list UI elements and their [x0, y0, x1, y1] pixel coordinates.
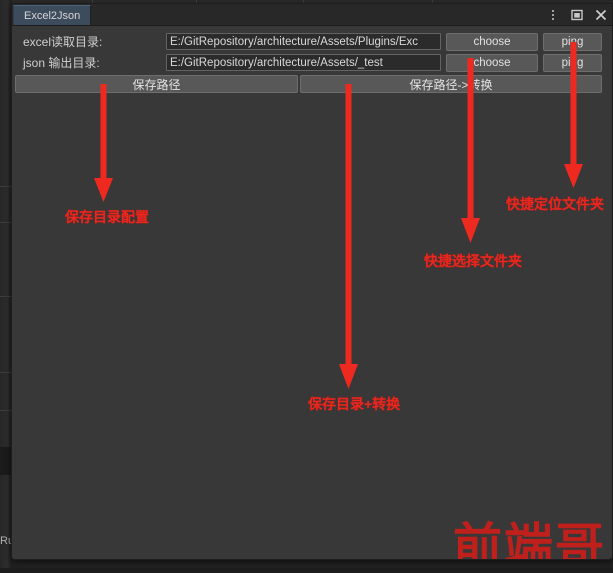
brand-watermark: 前端哥 — [452, 520, 606, 560]
excel-directory-row: excel读取目录: E:/GitRepository/architecture… — [12, 32, 612, 51]
save-path-and-convert-label: 保存路径->转换 — [409, 77, 493, 92]
json-directory-input[interactable]: E:/GitRepository/architecture/Assets/_te… — [166, 54, 441, 71]
excel-directory-label: excel读取目录: — [23, 35, 103, 49]
close-icon[interactable] — [593, 7, 608, 22]
window-body: excel读取目录: E:/GitRepository/architecture… — [12, 26, 612, 560]
save-path-label: 保存路径 — [132, 77, 181, 92]
kebab-menu-icon[interactable] — [545, 7, 560, 22]
json-directory-row: json 输出目录: E:/GitRepository/architecture… — [12, 53, 612, 72]
window-controls — [545, 4, 608, 25]
save-path-button[interactable]: 保存路径 — [15, 75, 298, 93]
window-tabbar: Excel2Json — [12, 4, 612, 26]
json-directory-label: json 输出目录: — [23, 56, 100, 70]
excel-ping-button[interactable]: ping — [543, 32, 602, 51]
json-ping-button[interactable]: ping — [543, 53, 602, 72]
tab-label: Excel2Json — [24, 9, 81, 22]
excel-choose-button[interactable]: choose — [446, 32, 538, 51]
excel2json-window: Excel2Json excel读取目录: E:/GitRepository/a… — [11, 3, 613, 560]
screen-root: Ru Excel2Json excel读取目录: E:/GitRepositor… — [0, 0, 613, 568]
json-choose-label: choose — [473, 56, 511, 69]
tab-excel2json[interactable]: Excel2Json — [13, 5, 92, 25]
save-path-and-convert-button[interactable]: 保存路径->转换 — [300, 75, 602, 93]
json-ping-label: ping — [561, 56, 584, 69]
excel-choose-label: choose — [473, 35, 511, 48]
json-choose-button[interactable]: choose — [446, 53, 538, 72]
excel-ping-label: ping — [561, 35, 584, 48]
excel-directory-value: E:/GitRepository/architecture/Assets/Plu… — [170, 35, 418, 48]
maximize-icon[interactable] — [569, 7, 584, 22]
json-directory-value: E:/GitRepository/architecture/Assets/_te… — [170, 56, 383, 69]
excel-directory-input[interactable]: E:/GitRepository/architecture/Assets/Plu… — [166, 33, 441, 50]
